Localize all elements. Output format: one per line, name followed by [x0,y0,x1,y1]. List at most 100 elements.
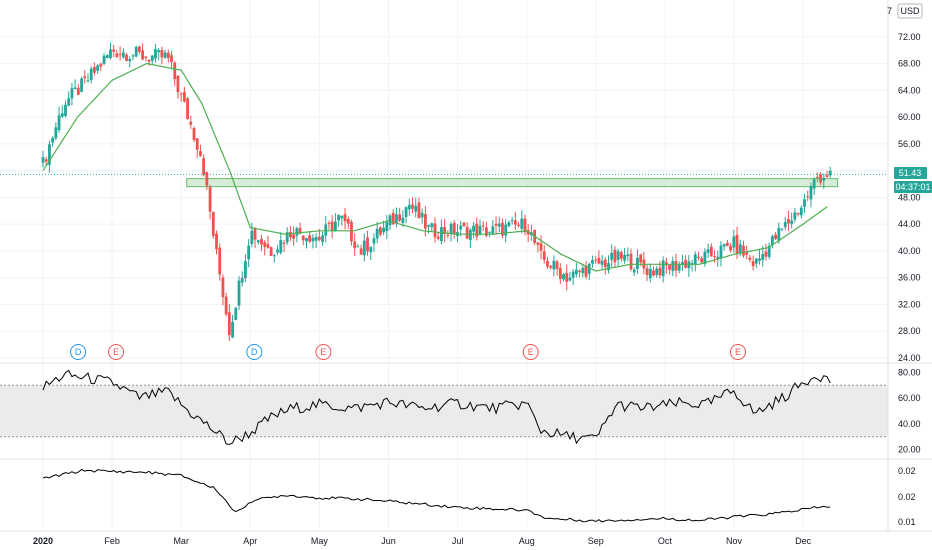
candle-body [234,307,238,320]
candle-body [131,55,135,57]
candle-body [414,205,418,212]
candle-body [189,121,193,125]
candle-body [356,246,360,248]
candle-body [208,187,212,212]
candle-body [558,268,562,279]
candle-body [639,254,643,263]
candle-body [244,261,247,279]
candle-body [754,258,758,264]
candle-body [459,225,463,230]
candle-body [266,244,270,248]
stock-chart[interactable]: DEDEEE 72.0068.0064.0060.0056.0052.0048.… [0,0,932,550]
y-tick-label: 48.00 [898,192,921,202]
candle-body [41,157,45,163]
candle-body [555,261,559,269]
candle-body [803,199,806,207]
candle-body [539,243,543,251]
candle-body [295,228,299,236]
candle-body [738,244,742,253]
candle-body [806,196,810,198]
candle-body [468,229,472,241]
candle-body [327,222,331,224]
candle-body [819,174,822,183]
candle-body [523,218,527,233]
candle-body [317,236,321,240]
candle-body [758,258,761,261]
y-tick-label: 64.00 [898,85,921,95]
candle-body [761,254,765,260]
candle-body [661,260,665,277]
candle-body [774,234,777,240]
pane-dividers[interactable] [0,0,932,532]
candle-body [574,269,578,275]
candle-body [221,277,225,298]
candle-body [202,158,206,176]
candle-body [54,127,58,139]
candle-body [619,252,623,259]
candle-body [260,238,263,245]
candle-body [224,296,228,315]
x-tick-label: Aug [519,536,535,546]
candle-body [378,227,382,235]
event-markers[interactable]: DEDEEE [70,344,746,360]
candle-body [780,228,784,230]
candle-body [491,226,495,235]
candle-body [510,220,514,222]
candle-body [324,224,328,236]
y-tick-label: 0.01 [898,517,916,527]
y-tick-label: 60.00 [898,393,921,403]
candle-body [404,207,408,218]
candle-body [481,225,485,227]
candle-body [192,128,196,140]
event-earnings-label: E [320,347,326,357]
candle-body [735,234,739,254]
candle-body [147,59,151,62]
candle-body [343,214,347,222]
candle-body [398,214,402,221]
candle-body [157,50,161,53]
candle-body [520,218,524,229]
candle-body [289,232,292,238]
candle-body [549,265,553,268]
candle-body [452,222,456,235]
candle-body [787,219,790,224]
candle-body [420,212,424,218]
candle-body [218,247,222,275]
candle-body [658,267,662,276]
candle-body [166,52,170,59]
time-axis[interactable]: 2020 Feb Mar Apr May Jun Jul Aug Sep Oct Nov Dec [33,536,812,546]
candle-body [76,87,80,95]
candle-body [67,98,71,106]
candle-body [269,247,273,257]
candle-body [86,80,90,82]
price-axis[interactable]: 72.0068.0064.0060.0056.0052.0048.0044.00… [898,32,921,527]
candle-body [423,214,427,229]
resistance-zone [186,178,839,188]
candle-body [385,222,389,232]
event-dividend-label: D [251,347,258,357]
candle-body [809,186,813,200]
candle-body [790,220,794,224]
candle-body [745,252,749,255]
candle-body [186,98,189,120]
candle-body [465,226,469,239]
candle-body [603,259,607,268]
candle-body [395,214,398,223]
candle-body [227,312,231,336]
candle-body [472,225,475,232]
candle-body [517,224,520,227]
candle-body [709,246,713,257]
candle-body [427,224,430,227]
candle-body [562,274,565,280]
candle-body [488,231,492,233]
y-tick-label: 32.00 [898,299,921,309]
x-tick-label: May [311,536,329,546]
rsi-pane [0,369,888,445]
candle-body [105,55,109,59]
candle-body [764,251,768,257]
candle-body [799,207,803,216]
candle-body [64,104,67,116]
candle-body [825,175,829,178]
candle-body [301,235,305,241]
candle-body [462,222,466,227]
